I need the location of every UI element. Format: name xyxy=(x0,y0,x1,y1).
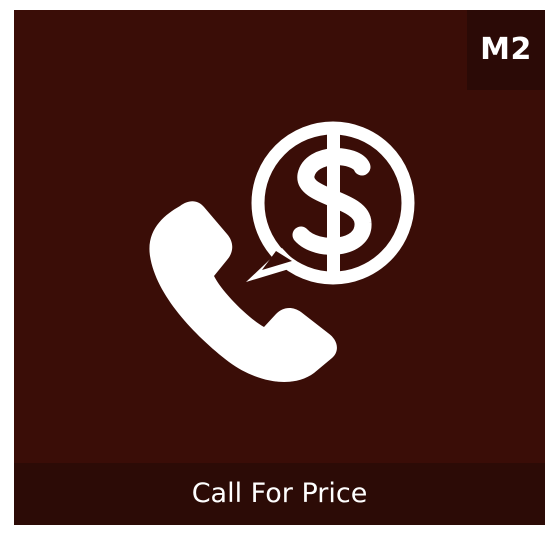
extension-card: M2 Call For Price xyxy=(14,10,545,525)
product-title: Call For Price xyxy=(191,478,368,509)
phone-handset-icon xyxy=(149,201,337,382)
call-for-price-emblem xyxy=(149,121,415,382)
dollar-sign-icon xyxy=(292,128,372,278)
product-title-bar: Call For Price xyxy=(14,463,545,525)
